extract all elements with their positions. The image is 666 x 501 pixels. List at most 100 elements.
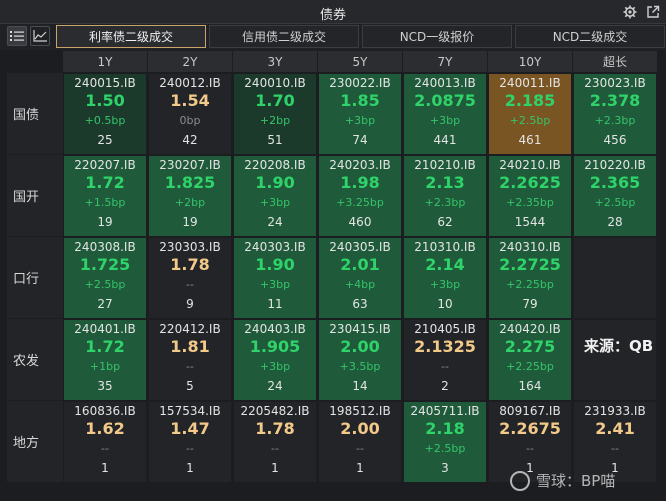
bond-volume: 461 <box>518 133 542 147</box>
bond-code: 2405711.IB <box>410 404 480 418</box>
bond-volume: 42 <box>182 133 198 147</box>
bond-volume: 24 <box>267 215 283 229</box>
bond-change: 0bp <box>179 114 201 127</box>
bond-cell[interactable]: 220208.IB 1.90 +3bp 24 <box>233 155 317 237</box>
bond-cell[interactable]: 230023.IB 2.378 +2.3bp 456 <box>573 73 657 155</box>
popout-icon[interactable] <box>646 5 660 19</box>
bond-change: +3bp <box>429 114 461 127</box>
bond-code: 240013.IB <box>414 76 476 90</box>
bond-volume: 25 <box>97 133 113 147</box>
bond-code: 231933.IB <box>584 404 646 418</box>
bond-change: -- <box>271 442 279 455</box>
bond-code: 220207.IB <box>74 158 136 172</box>
bond-cell[interactable]: 240210.IB 2.2625 +2.35bp 1544 <box>488 155 572 237</box>
bond-cell[interactable]: 210220.IB 2.365 +2.5bp 28 <box>573 155 657 237</box>
bond-cell[interactable]: 240401.IB 1.72 +1bp 35 <box>63 319 147 401</box>
bond-volume: 164 <box>518 379 542 393</box>
bond-cell[interactable]: 240203.IB 1.98 +3.25bp 460 <box>318 155 402 237</box>
tab-ncd-primary-quote[interactable]: NCD一级报价 <box>362 25 512 48</box>
gear-icon[interactable] <box>623 5 637 19</box>
bond-change: +2.5bp <box>594 196 636 209</box>
bond-cell[interactable]: 2205482.IB 1.78 -- 1 <box>233 401 317 483</box>
bond-cell[interactable]: 210405.IB 2.1325 -- 2 <box>403 319 487 401</box>
column-header: 1Y <box>63 51 148 72</box>
bond-cell[interactable]: 240305.IB 2.01 +4bp 63 <box>318 237 402 319</box>
bond-cell[interactable]: 240015.IB 1.50 +0.5bp 25 <box>63 73 147 155</box>
empty-cell <box>573 237 657 319</box>
bond-yield: 1.85 <box>340 91 380 110</box>
bond-cell[interactable]: 157534.IB 1.47 -- 1 <box>148 401 232 483</box>
bond-cell[interactable]: 220412.IB 1.81 -- 5 <box>148 319 232 401</box>
bond-yield: 1.90 <box>255 255 295 274</box>
bond-volume: 79 <box>522 297 538 311</box>
bond-change: -- <box>186 442 194 455</box>
bond-cell[interactable]: 230303.IB 1.78 -- 9 <box>148 237 232 319</box>
bond-cell[interactable]: 240013.IB 2.0875 +3bp 441 <box>403 73 487 155</box>
bond-cell[interactable]: 230022.IB 1.85 +3bp 74 <box>318 73 402 155</box>
chart-view-button[interactable] <box>30 26 50 46</box>
bond-cell[interactable]: 210210.IB 2.13 +2.3bp 62 <box>403 155 487 237</box>
column-header: 7Y <box>403 51 488 72</box>
bond-yield: 1.98 <box>340 173 380 192</box>
bond-yield: 2.00 <box>340 419 380 438</box>
source-note: 来源：QB <box>584 337 654 355</box>
bond-change: -- <box>441 360 449 373</box>
tab-ncd-secondary[interactable]: NCD二级成交 <box>515 25 665 48</box>
tab-credit-bond-secondary[interactable]: 信用债二级成交 <box>209 25 359 48</box>
bond-volume: 441 <box>433 133 457 147</box>
bond-volume: 19 <box>97 215 113 229</box>
bond-cell[interactable]: 2405711.IB 2.18 +2.5bp 3 <box>403 401 487 483</box>
bond-cell[interactable]: 240420.IB 2.275 +2.25bp 164 <box>488 319 572 401</box>
bond-cell[interactable]: 240012.IB 1.54 0bp 42 <box>148 73 232 155</box>
bond-volume: 24 <box>267 379 283 393</box>
row-label: 口行 <box>7 237 63 319</box>
bond-yield: 1.725 <box>79 255 131 274</box>
bond-cell[interactable]: 240011.IB 2.185 +2.5bp 461 <box>488 73 572 155</box>
bond-change: -- <box>186 278 194 291</box>
list-icon <box>10 31 24 41</box>
bond-volume: 1 <box>101 461 109 475</box>
bond-cell[interactable]: 220207.IB 1.72 +1.5bp 19 <box>63 155 147 237</box>
bond-change: +2.25bp <box>506 278 554 291</box>
bond-yield: 2.365 <box>589 173 641 192</box>
bond-code: 240305.IB <box>329 240 391 254</box>
bond-yield: 1.50 <box>85 91 125 110</box>
bond-volume: 51 <box>267 133 283 147</box>
bond-cell[interactable]: 210310.IB 2.14 +3bp 10 <box>403 237 487 319</box>
bond-cell[interactable]: 160836.IB 1.62 -- 1 <box>63 401 147 483</box>
bond-code: 240308.IB <box>74 240 136 254</box>
bond-cell[interactable]: 240303.IB 1.90 +3bp 11 <box>233 237 317 319</box>
bond-change: +3bp <box>259 278 291 291</box>
bond-cell[interactable]: 198512.IB 2.00 -- 1 <box>318 401 402 483</box>
bond-volume: 62 <box>437 215 453 229</box>
bond-change: +2.5bp <box>509 114 551 127</box>
column-header: 3Y <box>233 51 318 72</box>
tab-rate-bond-secondary[interactable]: 利率债二级成交 <box>56 25 206 48</box>
bond-code: 160836.IB <box>74 404 136 418</box>
bond-code: 210210.IB <box>414 158 476 172</box>
row-label: 地方 <box>7 401 63 483</box>
bond-cell[interactable]: 230207.IB 1.825 +2bp 19 <box>148 155 232 237</box>
bond-change: +4bp <box>344 278 376 291</box>
bond-cell[interactable]: 240403.IB 1.905 +3bp 24 <box>233 319 317 401</box>
list-view-button[interactable] <box>7 26 27 46</box>
bond-volume: 19 <box>182 215 198 229</box>
column-header-row: 1Y 2Y 3Y 5Y 7Y 10Y 超长 <box>7 51 658 72</box>
bond-code: 240420.IB <box>499 322 561 336</box>
window-title: 债券 <box>319 8 346 23</box>
bond-volume: 460 <box>348 215 372 229</box>
bond-code: 230023.IB <box>584 76 646 90</box>
bond-code: 2205482.IB <box>240 404 310 418</box>
title-bar: 债券 <box>0 0 666 24</box>
bond-yield: 2.2675 <box>499 419 561 438</box>
bond-change: -- <box>526 442 534 455</box>
bond-cell[interactable]: 240308.IB 1.725 +2.5bp 27 <box>63 237 147 319</box>
bond-cell[interactable]: 240310.IB 2.2725 +2.25bp 79 <box>488 237 572 319</box>
bond-cell[interactable]: 240010.IB 1.70 +2bp 51 <box>233 73 317 155</box>
bond-volume: 74 <box>352 133 368 147</box>
bond-code: 210310.IB <box>414 240 476 254</box>
bond-volume: 2 <box>441 379 449 393</box>
bond-yield: 1.72 <box>85 173 125 192</box>
bond-volume: 3 <box>441 461 449 475</box>
bond-cell[interactable]: 230415.IB 2.00 +3.5bp 14 <box>318 319 402 401</box>
